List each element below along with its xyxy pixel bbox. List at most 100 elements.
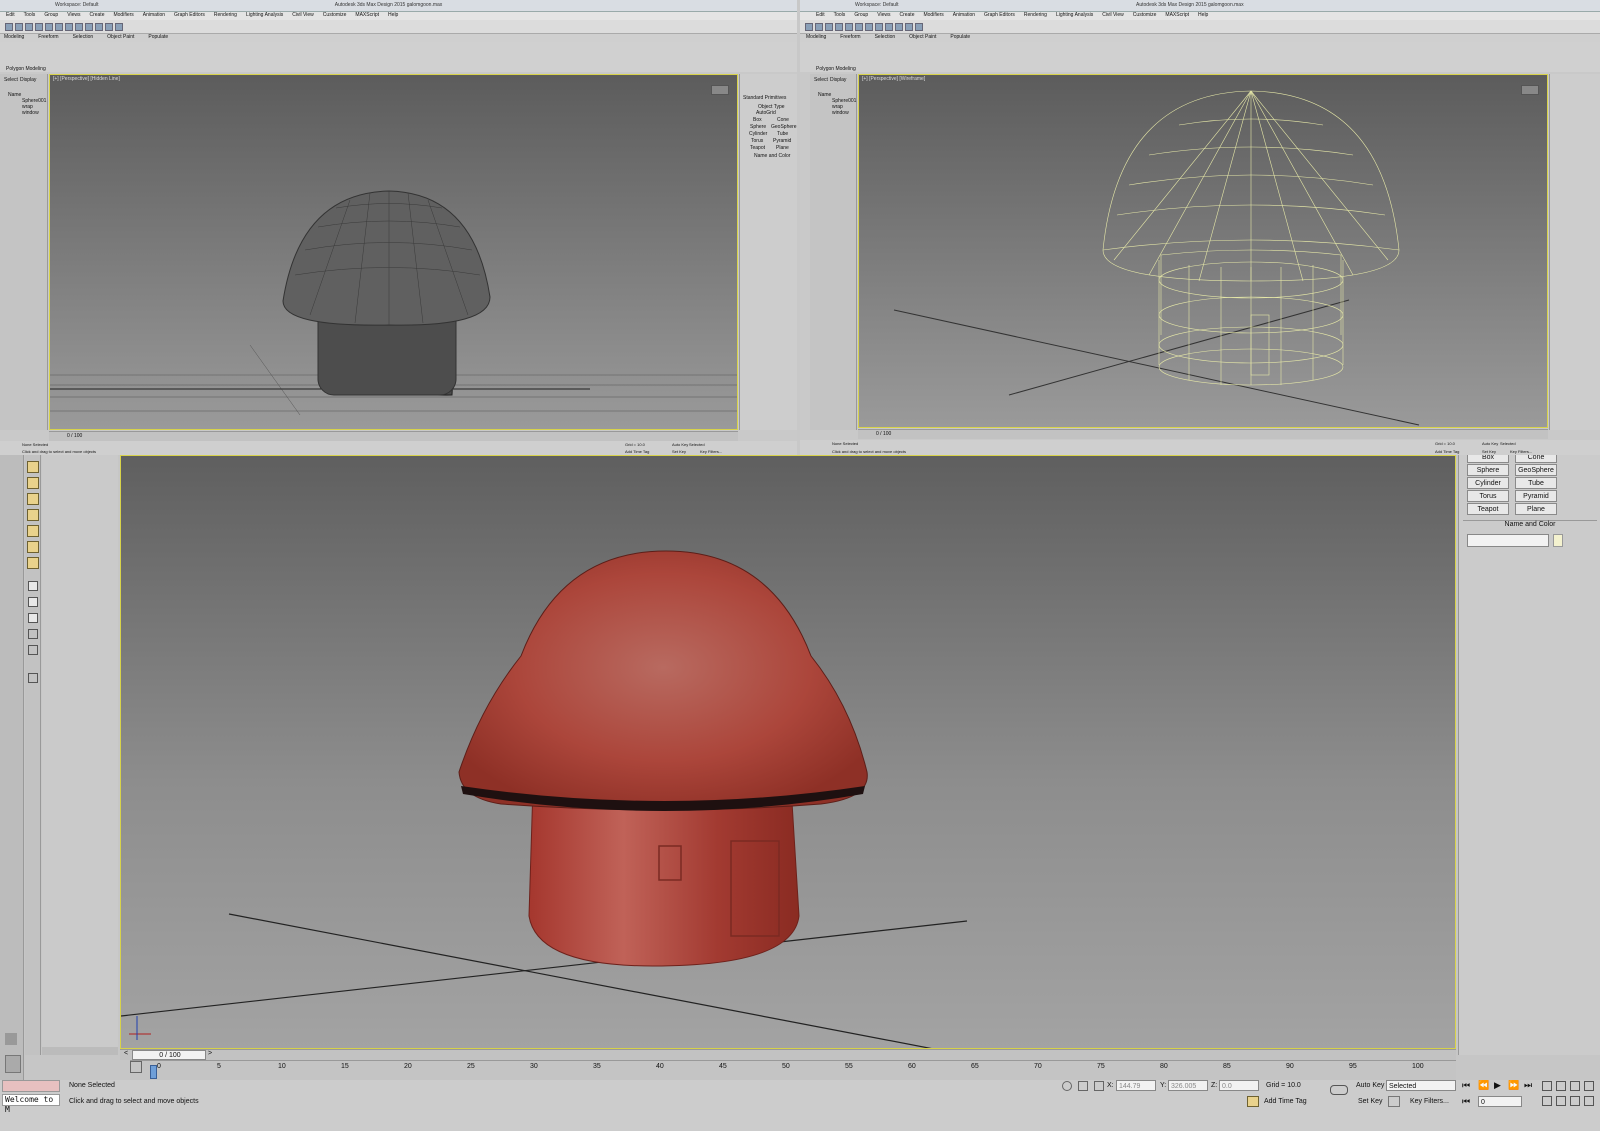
ribbon-tab-freeform[interactable]: Freeform <box>38 34 58 40</box>
link-icon[interactable] <box>825 23 833 31</box>
next-key-icon[interactable]: ⏩ <box>1508 1080 1519 1091</box>
ribbon-tab-selection[interactable]: Selection <box>875 34 896 40</box>
cmd-btn-torus[interactable]: Torus <box>1467 490 1509 502</box>
prev-frame-button[interactable]: < <box>124 1050 128 1057</box>
mirror-icon[interactable] <box>885 23 893 31</box>
ribbon-tab-object-paint[interactable]: Object Paint <box>909 34 936 40</box>
select-icon[interactable] <box>835 23 843 31</box>
scale-icon[interactable] <box>865 23 873 31</box>
key-icon[interactable] <box>1330 1085 1348 1095</box>
auto-key-button[interactable]: Auto Key <box>672 442 688 447</box>
x-coordinate-field[interactable]: 144.79 <box>1116 1080 1156 1091</box>
menu-create[interactable]: Create <box>899 12 914 18</box>
key-mode-dropdown[interactable]: Selected <box>689 442 705 447</box>
workspace-dropdown[interactable]: Workspace: Default <box>55 2 99 8</box>
cmd-btn-box[interactable]: Box <box>753 117 762 123</box>
menu-customize[interactable]: Customize <box>1133 12 1157 18</box>
cmd-btn-geosphere[interactable]: GeoSphere <box>771 124 797 130</box>
frame-counter[interactable]: 0 / 100 <box>876 431 891 437</box>
display-icon[interactable] <box>28 597 38 607</box>
key-filters-button[interactable]: Key Filters... <box>1510 449 1532 454</box>
menu-animation[interactable]: Animation <box>953 12 975 18</box>
menu-maxscript[interactable]: MAXScript <box>1165 12 1189 18</box>
time-slider[interactable]: 0 / 100 <box>858 429 1548 439</box>
menu-graph-editors[interactable]: Graph Editors <box>174 12 205 18</box>
cmd-btn-tube[interactable]: Tube <box>1515 477 1557 489</box>
cmd-btn-pyramid[interactable]: Pyramid <box>1515 490 1557 502</box>
ribbon-tab-modeling[interactable]: Modeling <box>806 34 826 40</box>
menu-customize[interactable]: Customize <box>323 12 347 18</box>
field-of-view-icon[interactable] <box>1542 1096 1552 1106</box>
name-color-rollout[interactable]: Name and Color <box>1463 520 1597 530</box>
link-icon[interactable] <box>25 23 33 31</box>
z-coordinate-field[interactable]: 0.0 <box>1219 1080 1259 1091</box>
rotate-icon[interactable] <box>855 23 863 31</box>
key-filters-button[interactable]: Key Filters... <box>1410 1098 1449 1105</box>
redo-icon[interactable] <box>815 23 823 31</box>
material-editor-icon[interactable] <box>905 23 913 31</box>
time-slider[interactable]: < 0 / 100 > <box>120 1049 1456 1060</box>
scale-icon[interactable] <box>65 23 73 31</box>
undo-icon[interactable] <box>5 23 13 31</box>
set-key-button[interactable]: Set Key <box>672 449 686 454</box>
current-frame-field[interactable]: 0 <box>1478 1096 1522 1107</box>
time-slider-thumb[interactable] <box>150 1065 157 1079</box>
cmd-btn-torus[interactable]: Torus <box>751 138 763 144</box>
select-icon[interactable] <box>35 23 43 31</box>
cmd-autogrid[interactable]: AutoGrid <box>756 110 776 116</box>
scene-item[interactable]: wrap window <box>832 104 856 116</box>
time-slider[interactable]: 0 / 100 <box>49 431 738 441</box>
menu-lighting[interactable]: Lighting Analysis <box>246 12 283 18</box>
key-mode-toggle-icon[interactable]: ⏮ <box>1462 1096 1470 1107</box>
explorer-scrollbar[interactable] <box>42 1047 118 1055</box>
ribbon-label[interactable]: Polygon Modeling <box>816 66 856 72</box>
cmd-category-dropdown[interactable]: Standard Primitives <box>743 95 786 101</box>
scene-tab-display[interactable]: Display <box>830 77 846 83</box>
menu-group[interactable]: Group <box>44 12 58 18</box>
scene-tab-select[interactable]: Select <box>4 77 18 83</box>
cmd-btn-sphere[interactable]: Sphere <box>1467 464 1509 476</box>
menu-civil-view[interactable]: Civil View <box>292 12 314 18</box>
cmd-btn-cylinder[interactable]: Cylinder <box>1467 477 1509 489</box>
viewport-hidden-line[interactable]: [+] [Perspective] [Hidden Line] <box>49 74 738 430</box>
ribbon-tab-populate[interactable]: Populate <box>950 34 970 40</box>
sort-icon[interactable] <box>28 645 38 655</box>
align-icon[interactable] <box>95 23 103 31</box>
lock-icon[interactable] <box>28 673 38 683</box>
maximize-viewport-icon[interactable] <box>1584 1096 1594 1106</box>
viewport-wireframe[interactable]: [+] [Perspective] [Wireframe] <box>858 74 1548 428</box>
ribbon-tab-populate[interactable]: Populate <box>148 34 168 40</box>
cmd-btn-geosphere[interactable]: GeoSphere <box>1515 464 1557 476</box>
zoom-all-icon[interactable] <box>1556 1081 1566 1091</box>
menu-animation[interactable]: Animation <box>143 12 165 18</box>
cmd-btn-box[interactable]: Box <box>1467 455 1509 463</box>
render-icon[interactable] <box>115 23 123 31</box>
cmd-btn-pyramid[interactable]: Pyramid <box>773 138 791 144</box>
set-key-button[interactable]: Set Key <box>1482 449 1496 454</box>
cmd-btn-teapot[interactable]: Teapot <box>750 145 765 151</box>
menu-group[interactable]: Group <box>854 12 868 18</box>
menu-civil-view[interactable]: Civil View <box>1102 12 1124 18</box>
auto-key-button[interactable]: Auto Key <box>1356 1082 1384 1089</box>
pan-icon[interactable] <box>1556 1096 1566 1106</box>
add-time-tag[interactable]: Add Time Tag <box>625 449 649 454</box>
cmd-btn-cone[interactable]: Cone <box>1515 455 1557 463</box>
menu-modifiers[interactable]: Modifiers <box>113 12 133 18</box>
time-tag-icon[interactable] <box>1247 1096 1259 1107</box>
prev-key-icon[interactable]: ⏪ <box>1478 1080 1489 1091</box>
layer-icon[interactable] <box>28 581 38 591</box>
cmd-btn-teapot[interactable]: Teapot <box>1467 503 1509 515</box>
element-icon[interactable] <box>27 557 39 569</box>
snap-icon[interactable] <box>75 23 83 31</box>
menu-views[interactable]: Views <box>67 12 80 18</box>
key-mode-dropdown[interactable]: Selected <box>1500 441 1516 446</box>
move-icon[interactable] <box>45 23 53 31</box>
maxscript-input[interactable]: Welcome to M <box>2 1094 60 1114</box>
ribbon-tab-selection[interactable]: Selection <box>73 34 94 40</box>
zoom-icon[interactable] <box>1542 1081 1552 1091</box>
y-coordinate-field[interactable]: 326.005 <box>1168 1080 1208 1091</box>
rotate-icon[interactable] <box>55 23 63 31</box>
menu-edit[interactable]: Edit <box>6 12 15 18</box>
scene-tab-select[interactable]: Select <box>814 77 828 83</box>
select-object-icon[interactable] <box>27 461 39 473</box>
